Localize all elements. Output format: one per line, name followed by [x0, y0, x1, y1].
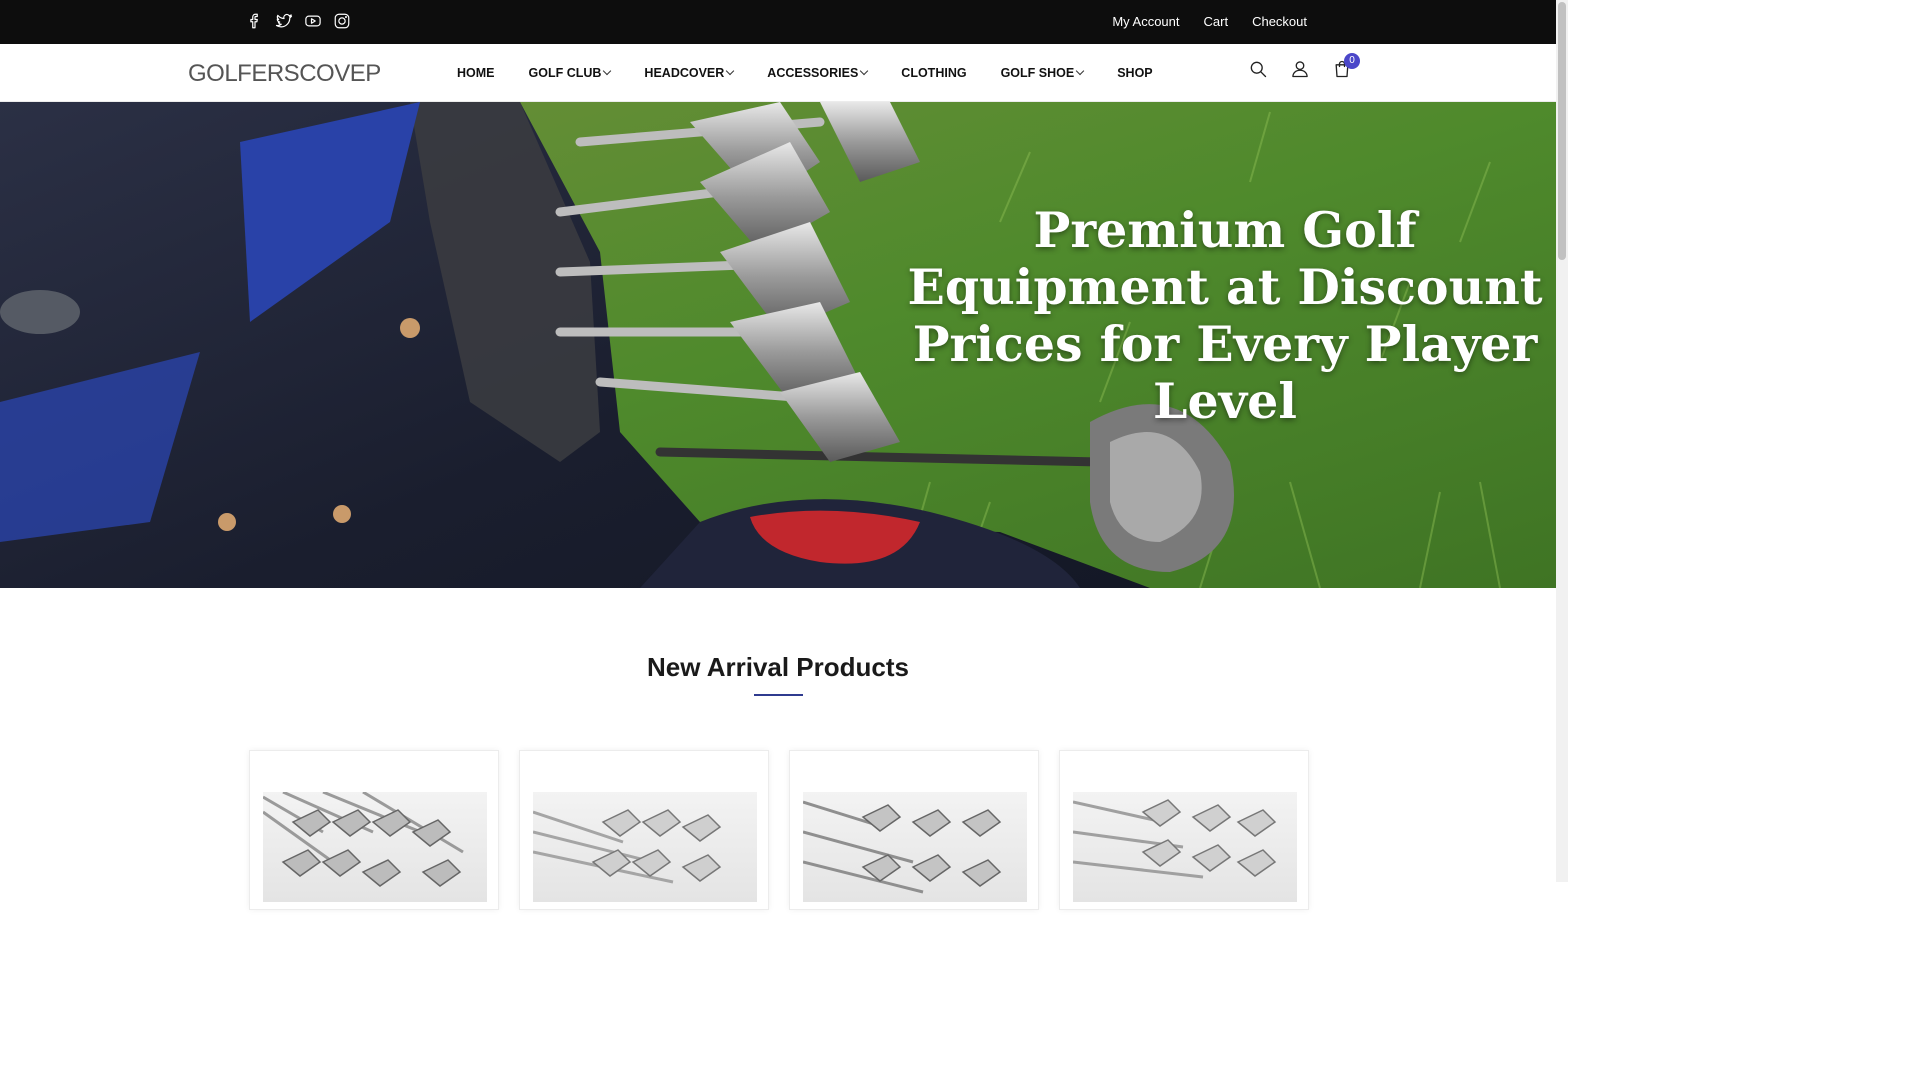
product-card[interactable] — [519, 750, 769, 910]
user-icon[interactable] — [1290, 59, 1310, 81]
nav-label: HOME — [457, 66, 495, 80]
product-card[interactable] — [1059, 750, 1309, 910]
product-image — [533, 792, 757, 902]
twitter-icon[interactable] — [275, 11, 293, 31]
section-title: New Arrival Products — [646, 652, 909, 682]
product-image — [803, 792, 1027, 902]
product-card[interactable] — [249, 750, 499, 910]
shopping-bag-icon[interactable]: 0 — [1332, 53, 1360, 81]
product-image — [263, 792, 487, 902]
top-bar: My Account Cart Checkout — [0, 0, 1556, 44]
nav-home[interactable]: HOME — [457, 66, 495, 80]
chevron-down-icon — [726, 66, 735, 76]
product-image — [1073, 792, 1297, 902]
nav-golf-shoe[interactable]: GOLF SHOE — [1000, 66, 1085, 80]
nav-headcover[interactable]: HEADCOVER — [644, 66, 735, 80]
cart-link[interactable]: Cart — [1204, 14, 1229, 29]
instagram-icon[interactable] — [333, 11, 351, 31]
main-header: GOLFERSCOVEP HOME GOLF CLUB HEADCOVER AC… — [0, 44, 1556, 102]
product-grid — [249, 750, 1309, 910]
nav-label: HEADCOVER — [644, 66, 725, 80]
facebook-icon[interactable] — [246, 11, 264, 31]
product-card[interactable] — [789, 750, 1039, 910]
hero-headline: Premium Golf Equipment at Discount Price… — [907, 201, 1543, 430]
nav-clothing[interactable]: CLOTHING — [901, 66, 966, 80]
site-logo[interactable]: GOLFERSCOVEP — [188, 60, 381, 88]
nav-label: ACCESSORIES — [767, 66, 859, 80]
nav-label: GOLF CLUB — [528, 66, 602, 80]
nav-label: SHOP — [1117, 66, 1153, 80]
title-underline — [754, 694, 803, 696]
main-nav: HOME GOLF CLUB HEADCOVER ACCESSORIES CLO… — [457, 66, 1187, 80]
social-links — [246, 11, 351, 31]
chevron-down-icon — [860, 66, 869, 76]
nav-shop[interactable]: SHOP — [1117, 66, 1152, 80]
my-account-link[interactable]: My Account — [1112, 14, 1179, 29]
checkout-link[interactable]: Checkout — [1252, 14, 1307, 29]
nav-label: GOLF SHOE — [1000, 66, 1075, 80]
search-icon[interactable] — [1248, 59, 1268, 81]
nav-golf-club[interactable]: GOLF CLUB — [528, 66, 612, 80]
scrollbar-thumb[interactable] — [1558, 2, 1566, 260]
header-icons: 0 — [1248, 53, 1360, 81]
nav-accessories[interactable]: ACCESSORIES — [767, 66, 869, 80]
chevron-down-icon — [1075, 66, 1085, 76]
chevron-down-icon — [603, 66, 612, 76]
account-links: My Account Cart Checkout — [1112, 14, 1307, 29]
nav-label: CLOTHING — [901, 66, 967, 80]
cart-count-badge: 0 — [1344, 53, 1360, 69]
hero-banner: Premium Golf Equipment at Discount Price… — [0, 102, 1556, 588]
youtube-icon[interactable] — [304, 11, 322, 31]
